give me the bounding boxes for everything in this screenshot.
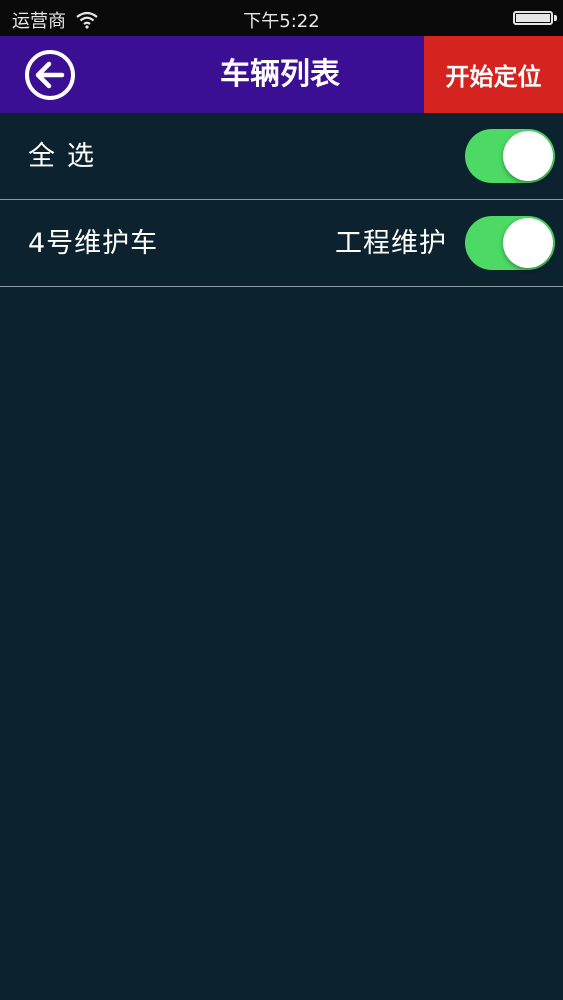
select-all-row: 全选 — [0, 113, 563, 200]
battery-tip — [554, 15, 557, 21]
battery-icon — [513, 11, 553, 25]
vehicle-name: 4号维护车 — [28, 228, 159, 259]
status-bar: 运营商 下午5:22 — [0, 0, 563, 36]
vehicle-row: 4号维护车 工程维护 — [0, 200, 563, 287]
page-title: 车辆列表 — [220, 57, 340, 92]
vehicle-list: 全选 4号维护车 工程维护 — [0, 113, 563, 287]
vehicle-type: 工程维护 — [335, 228, 447, 259]
status-time: 下午5:22 — [243, 11, 320, 32]
app-screen: 运营商 下午5:22 车辆列表 开始定位 全选 4号维护车 工程维护 — [0, 0, 563, 1000]
back-arrow-icon — [25, 50, 75, 100]
navigation-bar: 车辆列表 开始定位 — [0, 36, 563, 113]
back-button[interactable] — [24, 49, 76, 101]
toggle-knob — [503, 131, 553, 181]
select-all-toggle[interactable] — [465, 129, 555, 183]
toggle-knob — [503, 218, 553, 268]
start-locating-button[interactable]: 开始定位 — [424, 36, 563, 113]
select-all-label: 全选 — [28, 141, 106, 172]
vehicle-toggle[interactable] — [465, 216, 555, 270]
